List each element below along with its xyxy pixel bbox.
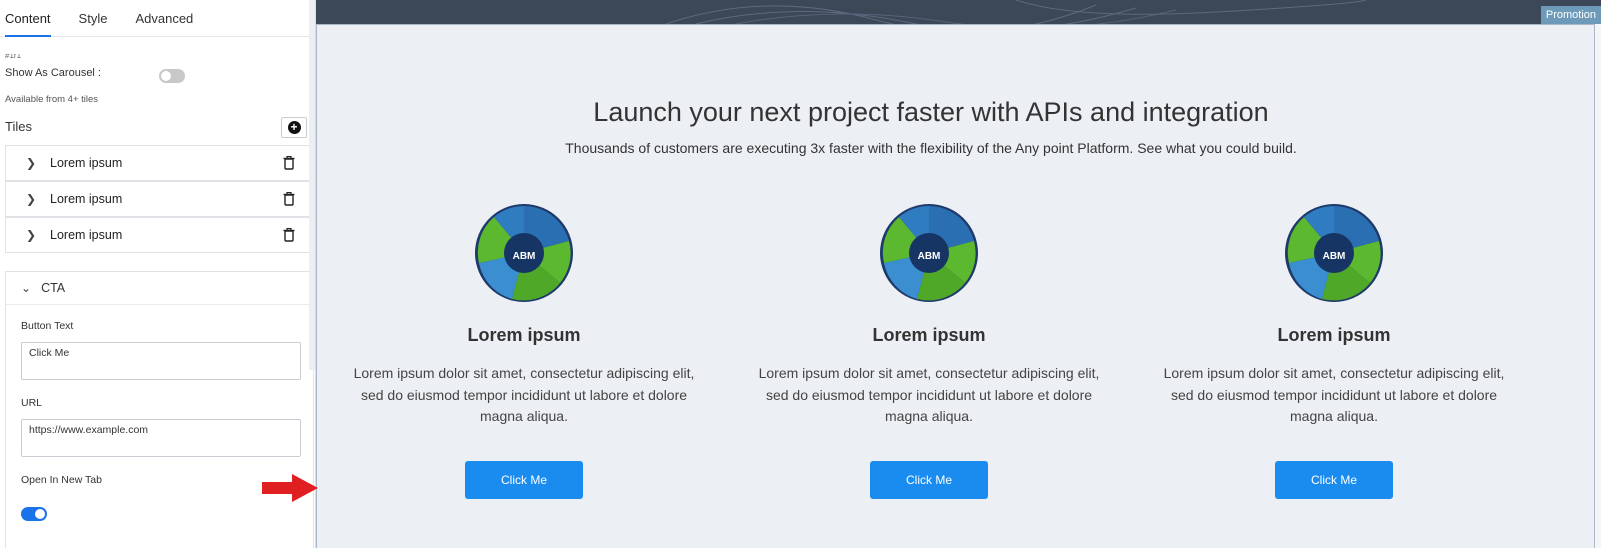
trash-icon[interactable]: [283, 228, 295, 242]
card-description: Lorem ipsum dolor sit amet, consectetur …: [758, 365, 1100, 424]
card-description: Lorem ipsum dolor sit amet, consectetur …: [1163, 365, 1505, 424]
tiles-heading: Tiles: [5, 119, 32, 134]
abm-wheel-logo: ABM: [475, 204, 573, 302]
card-description: Lorem ipsum dolor sit amet, consectetur …: [353, 365, 695, 424]
section-headline: Launch your next project faster with API…: [593, 97, 1269, 127]
svg-text:ABM: ABM: [918, 251, 941, 262]
tile-label: Lorem ipsum: [50, 228, 123, 242]
abm-wheel-logo: ABM: [1285, 204, 1383, 302]
card-cta-button[interactable]: Click Me: [1275, 460, 1393, 499]
arrow-right-icon: [262, 474, 318, 502]
hero-banner: Promotion: [316, 0, 1601, 24]
promotion-tag: Promotion: [1540, 6, 1601, 24]
tile-label: Lorem ipsum: [50, 192, 123, 206]
abm-wheel-logo: ABM: [880, 204, 978, 302]
card-cta-button[interactable]: Click Me: [465, 460, 583, 499]
svg-text:ABM: ABM: [513, 251, 536, 262]
cta-header[interactable]: ⌄ CTA: [6, 272, 313, 305]
chevron-right-icon: ❯: [26, 156, 37, 170]
new-tab-label: Open In New Tab: [21, 474, 102, 486]
tile-item[interactable]: ❯ Lorem ipsum: [5, 145, 314, 181]
chevron-right-icon: ❯: [26, 192, 37, 206]
add-tile-button[interactable]: +: [281, 117, 307, 138]
carousel-toggle[interactable]: [159, 69, 185, 83]
tile-label: Lorem ipsum: [50, 156, 123, 170]
cta-section: ⌄ CTA Button Text Click Me URL https://w…: [5, 271, 314, 548]
button-text-label: Button Text: [21, 320, 74, 332]
feature-card: ABM Lorem ipsum Lorem ipsum dolor sit am…: [744, 203, 1114, 499]
tab-style[interactable]: Style: [79, 0, 108, 37]
card-title: Lorem ipsum: [467, 325, 581, 345]
partial-text: #1r1: [5, 54, 22, 60]
feature-card: ABM Lorem ipsum Lorem ipsum dolor sit am…: [1149, 203, 1519, 499]
new-tab-toggle[interactable]: [21, 507, 47, 521]
tile-item[interactable]: ❯ Lorem ipsum: [5, 181, 314, 217]
tab-content[interactable]: Content: [5, 0, 51, 37]
feature-card: ABM Lorem ipsum Lorem ipsum dolor sit am…: [339, 203, 709, 499]
chevron-right-icon: ❯: [26, 228, 37, 242]
banner-mesh-graphic: [665, 0, 1367, 24]
tab-advanced[interactable]: Advanced: [135, 0, 193, 37]
card-title: Lorem ipsum: [872, 325, 986, 345]
tile-item[interactable]: ❯ Lorem ipsum: [5, 217, 314, 253]
page-preview: Promotion Launch your next project faste…: [316, 0, 1601, 548]
preview-scrollbar[interactable]: [1594, 24, 1601, 548]
card-cta-button[interactable]: Click Me: [870, 460, 988, 499]
add-circle-icon: +: [287, 121, 301, 134]
panel-scrollbar[interactable]: [309, 0, 315, 370]
settings-panel: Content Style Advanced #1r1 Show As Caro…: [0, 0, 316, 548]
toggle-knob: [35, 509, 45, 519]
carousel-hint: Available from 4+ tiles: [5, 94, 99, 105]
url-label: URL: [21, 397, 43, 409]
trash-icon[interactable]: [283, 156, 295, 170]
chevron-down-icon: ⌄: [21, 281, 32, 295]
toggle-knob: [161, 71, 171, 81]
url-field[interactable]: https://www.example.com: [21, 419, 301, 457]
card-title: Lorem ipsum: [1277, 325, 1391, 345]
section-subheadline: Thousands of customers are executing 3x …: [565, 140, 1297, 156]
panel-tabs: Content Style Advanced: [0, 0, 315, 37]
svg-text:ABM: ABM: [1323, 251, 1346, 262]
carousel-label: Show As Carousel :: [5, 67, 101, 79]
button-text-field[interactable]: Click Me: [21, 342, 301, 380]
trash-icon[interactable]: [283, 192, 295, 206]
cta-label: CTA: [41, 281, 66, 295]
